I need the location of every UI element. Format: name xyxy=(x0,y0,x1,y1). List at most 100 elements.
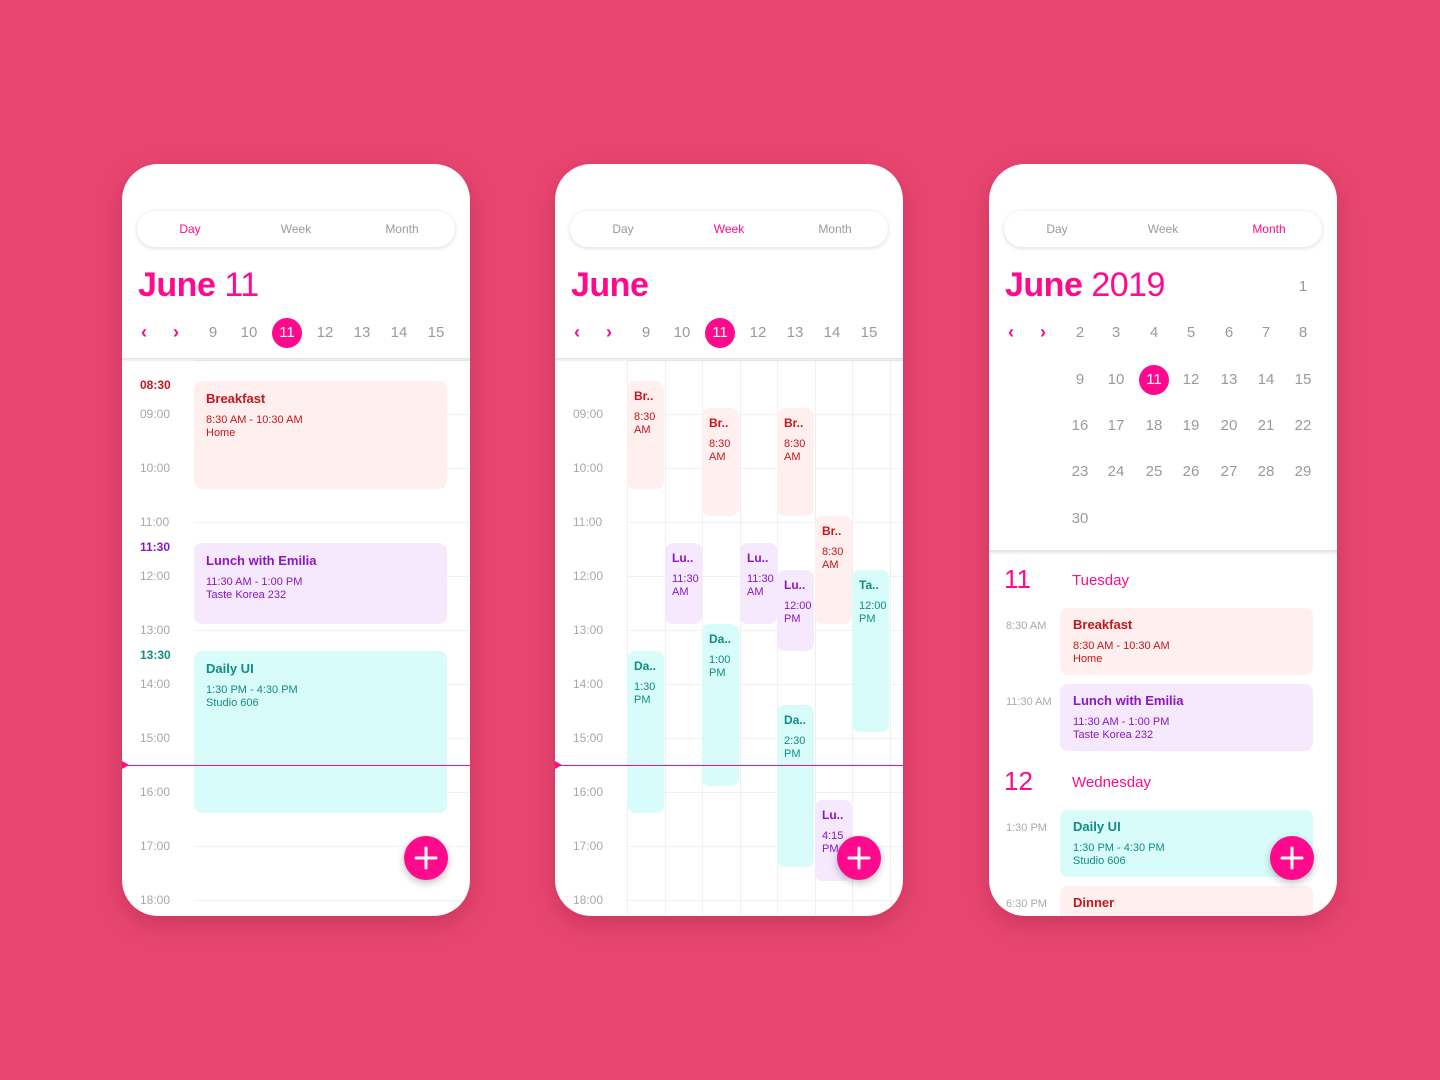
title-month: June xyxy=(1005,266,1083,304)
event-time: 1:00 xyxy=(709,654,731,666)
day-14[interactable]: 14 xyxy=(384,318,414,348)
day-29[interactable]: 29 xyxy=(1288,457,1318,487)
tab-month[interactable]: Month xyxy=(1216,222,1322,236)
week-view-screen: Day Week Month June ‹ › 9101112131415 08… xyxy=(555,164,903,916)
day-9[interactable]: 9 xyxy=(631,318,661,348)
day-12[interactable]: 12 xyxy=(310,318,340,348)
day-11[interactable]: 11 xyxy=(1139,364,1169,395)
event-card[interactable]: Lu.. 11:30 AM xyxy=(740,543,777,624)
day-11[interactable]: 11 xyxy=(272,318,302,348)
event-time-period: PM xyxy=(709,667,726,679)
day-30[interactable]: 30 xyxy=(1065,504,1095,534)
day-15[interactable]: 15 xyxy=(1288,365,1318,395)
day-10[interactable]: 10 xyxy=(1101,365,1131,395)
event-time-period: PM xyxy=(859,613,876,625)
day-18[interactable]: 18 xyxy=(1139,411,1169,441)
day-16[interactable]: 16 xyxy=(1065,411,1095,441)
event-card[interactable]: Br.. 8:30 AM xyxy=(777,408,814,516)
day-2[interactable]: 2 xyxy=(1065,318,1095,348)
day-13[interactable]: 13 xyxy=(780,318,810,348)
event-card[interactable]: Da.. 1:30 PM xyxy=(627,651,664,813)
add-event-button[interactable] xyxy=(837,836,881,880)
event-title: Br.. xyxy=(634,389,654,403)
chevron-left-icon[interactable]: ‹ xyxy=(1003,322,1019,343)
event-card[interactable]: Da.. 1:00 PM xyxy=(702,624,739,786)
tab-week[interactable]: Week xyxy=(1110,222,1216,236)
day-9[interactable]: 9 xyxy=(1065,365,1095,395)
chevron-left-icon[interactable]: ‹ xyxy=(569,322,585,343)
agenda-event-start: 8:30 AM xyxy=(1006,620,1047,632)
agenda-event-card[interactable]: Dinner6:30 PM - 8:30 PM xyxy=(1060,886,1313,916)
event-card[interactable]: Da.. 2:30 PM xyxy=(777,705,814,867)
chevron-right-icon[interactable]: › xyxy=(601,322,617,343)
event-title: Lu.. xyxy=(672,551,694,565)
event-card[interactable]: Br.. 8:30 AM xyxy=(627,381,664,489)
day-12[interactable]: 12 xyxy=(743,318,773,348)
event-title: Breakfast xyxy=(1073,617,1133,632)
day-6[interactable]: 6 xyxy=(1214,318,1244,348)
day-12[interactable]: 12 xyxy=(1176,365,1206,395)
event-card[interactable]: Ta.. 12:00 PM xyxy=(852,570,889,732)
event-card[interactable]: Daily UI 1:30 PM - 4:30 PM Studio 606 xyxy=(194,651,447,813)
day-27[interactable]: 27 xyxy=(1214,457,1244,487)
event-card[interactable]: Br.. 8:30 AM xyxy=(815,516,852,624)
day-10[interactable]: 10 xyxy=(234,318,264,348)
event-title: Br.. xyxy=(709,416,729,430)
day-14[interactable]: 14 xyxy=(1251,365,1281,395)
chevron-left-icon[interactable]: ‹ xyxy=(136,322,152,343)
agenda-event-card[interactable]: Breakfast 8:30 AM - 10:30 AM Home xyxy=(1060,608,1313,675)
event-card[interactable]: Lunch with Emilia 11:30 AM - 1:00 PM Taste… xyxy=(194,543,447,624)
day-25[interactable]: 25 xyxy=(1139,457,1169,487)
day-11[interactable]: 11 xyxy=(705,318,735,348)
week-timeline[interactable]: 08:0009:0010:0011:0012:0013:0014:0015:00… xyxy=(555,360,903,916)
event-title: Lu.. xyxy=(747,551,769,565)
tab-week[interactable]: Week xyxy=(243,222,349,236)
day-20[interactable]: 20 xyxy=(1214,411,1244,441)
event-card[interactable]: Breakfast 8:30 AM - 10:30 AM Home xyxy=(194,381,447,489)
add-event-button[interactable] xyxy=(1270,836,1314,880)
day-9[interactable]: 9 xyxy=(198,318,228,348)
tab-month[interactable]: Month xyxy=(349,222,455,236)
day-13[interactable]: 13 xyxy=(347,318,377,348)
event-time: 8:30 AM - 10:30 AM xyxy=(206,414,303,426)
day-5[interactable]: 5 xyxy=(1176,318,1206,348)
day-17[interactable]: 17 xyxy=(1101,411,1131,441)
event-location: Home xyxy=(206,427,236,439)
day-10[interactable]: 10 xyxy=(667,318,697,348)
add-event-button[interactable] xyxy=(404,836,448,880)
event-time: 11:30 AM - 1:00 PM xyxy=(1073,716,1170,728)
day-26[interactable]: 26 xyxy=(1176,457,1206,487)
chevron-right-icon[interactable]: › xyxy=(168,322,184,343)
agenda-day-number: 11 xyxy=(1004,564,1031,594)
tab-day[interactable]: Day xyxy=(1004,222,1110,236)
event-card[interactable]: Br.. 8:30 AM xyxy=(702,408,739,516)
day-19[interactable]: 19 xyxy=(1176,411,1206,441)
day-15[interactable]: 15 xyxy=(854,318,884,348)
tab-day[interactable]: Day xyxy=(137,222,243,236)
agenda-event-card[interactable]: Lunch with Emilia 11:30 AM - 1:00 PM Taste… xyxy=(1060,684,1313,751)
day-3[interactable]: 3 xyxy=(1101,318,1131,348)
day-8[interactable]: 8 xyxy=(1288,318,1318,348)
day-timeline[interactable]: 08:0009:0010:0011:0012:0013:0014:0015:00… xyxy=(122,360,470,916)
tab-day[interactable]: Day xyxy=(570,222,676,236)
day-14[interactable]: 14 xyxy=(817,318,847,348)
day-21[interactable]: 21 xyxy=(1251,411,1281,441)
header-divider xyxy=(122,358,470,362)
event-card[interactable]: Lu.. 12:00 PM xyxy=(777,570,814,651)
chevron-right-icon[interactable]: › xyxy=(1035,322,1051,343)
day-1[interactable]: 1 xyxy=(1288,272,1318,302)
day-22[interactable]: 22 xyxy=(1288,411,1318,441)
day-13[interactable]: 13 xyxy=(1214,365,1244,395)
tab-week[interactable]: Week xyxy=(676,222,782,236)
hour-label: 11:00 xyxy=(140,515,170,529)
day-28[interactable]: 28 xyxy=(1251,457,1281,487)
day-23[interactable]: 23 xyxy=(1065,457,1095,487)
event-card[interactable]: Lu.. 11:30 AM xyxy=(665,543,702,624)
day-7[interactable]: 7 xyxy=(1251,318,1281,348)
day-4[interactable]: 4 xyxy=(1139,318,1169,348)
day-24[interactable]: 24 xyxy=(1101,457,1131,487)
tab-month[interactable]: Month xyxy=(782,222,888,236)
event-start-time: 13:30 xyxy=(140,648,171,662)
event-time: 11:30 xyxy=(747,573,774,585)
day-15[interactable]: 15 xyxy=(421,318,451,348)
